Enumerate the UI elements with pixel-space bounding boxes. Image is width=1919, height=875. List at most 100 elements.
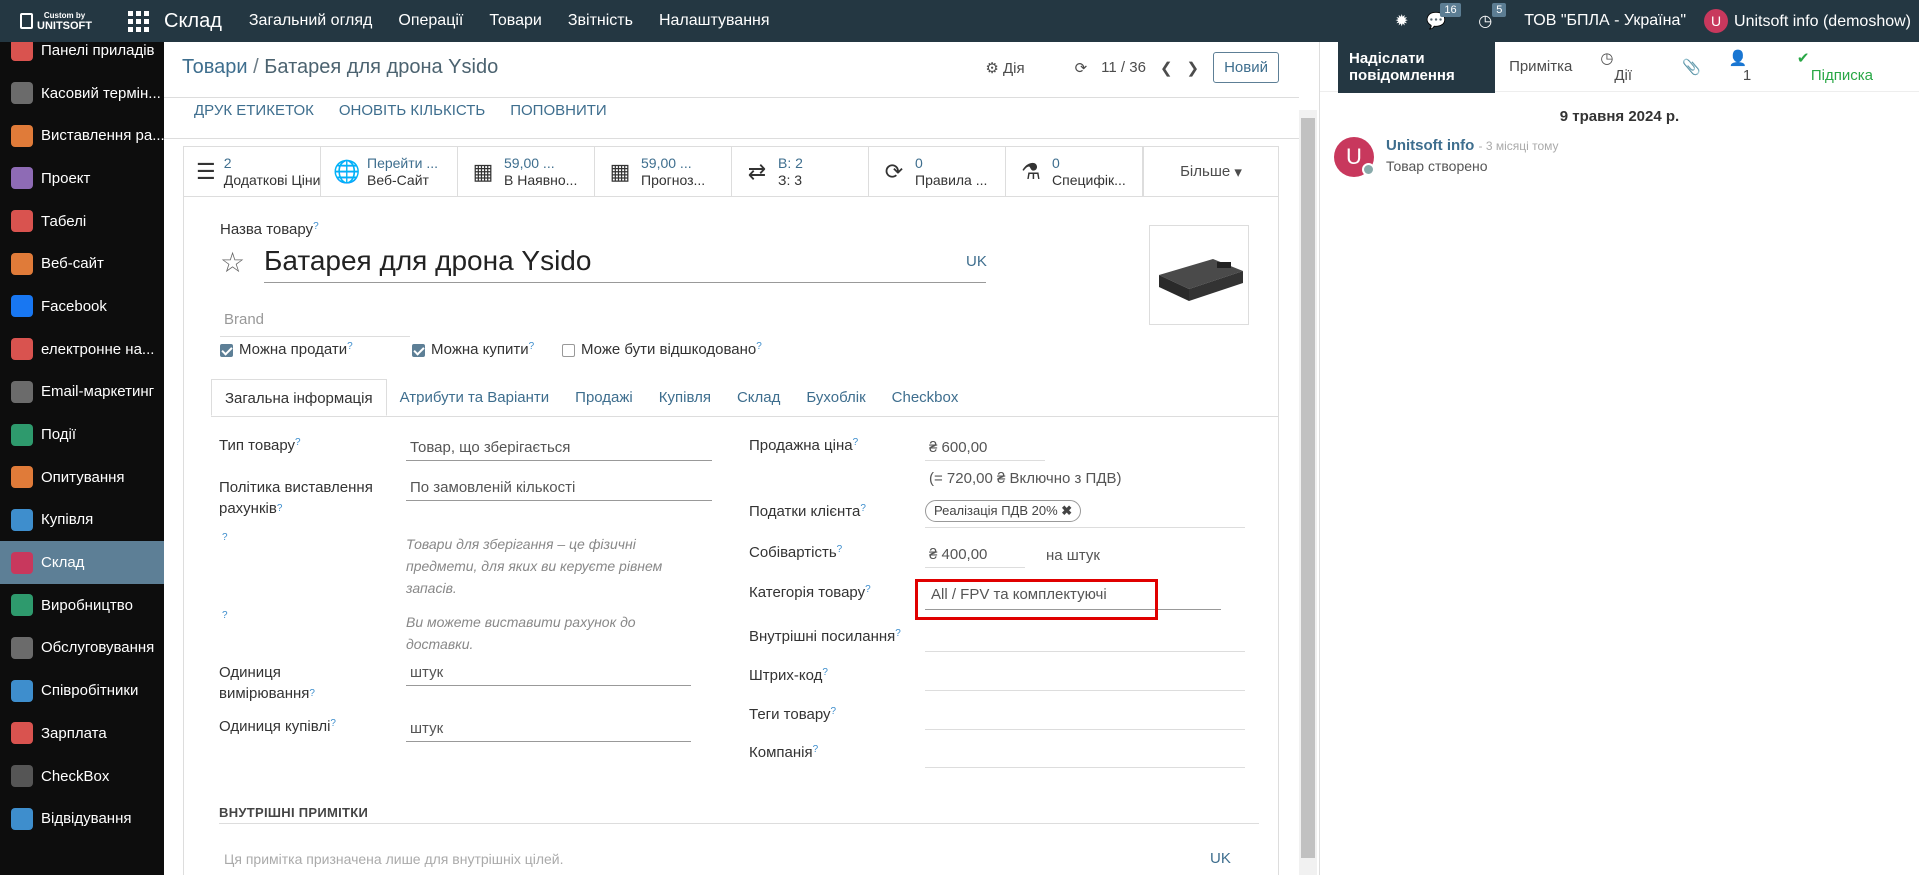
- company-switcher[interactable]: ТОВ "БПЛА - Україна": [1524, 12, 1686, 30]
- favorite-star-icon[interactable]: ☆: [220, 246, 245, 279]
- smart-button-value: 59,00 ...: [641, 154, 692, 171]
- product-tags-input[interactable]: [925, 706, 1245, 730]
- app-icon: [11, 124, 33, 147]
- action-menu[interactable]: ⚙ Дія: [985, 59, 1024, 77]
- sidebar-item[interactable]: Склад: [0, 541, 164, 584]
- sidebar-item[interactable]: Facebook: [0, 285, 164, 328]
- uom-select[interactable]: штук: [406, 664, 691, 686]
- price-incl-tax: (= 720,00 ₴ Включно з ПДВ): [929, 470, 1122, 487]
- remove-tag-icon[interactable]: ✖: [1061, 503, 1072, 518]
- messages-icon[interactable]: 💬 16: [1426, 3, 1461, 31]
- new-button[interactable]: Новий: [1213, 52, 1279, 83]
- author-avatar[interactable]: U: [1334, 137, 1375, 177]
- product-image[interactable]: [1149, 225, 1249, 325]
- sidebar-item[interactable]: Обслуговування: [0, 627, 164, 670]
- can-sell-checkbox[interactable]: Можна продати?: [220, 341, 353, 358]
- print-labels-button[interactable]: ДРУК ЕТИКЕТОК: [194, 102, 314, 119]
- user-menu[interactable]: U Unitsoft info (demoshow): [1704, 9, 1911, 33]
- sidebar-item[interactable]: Email-маркетинг: [0, 371, 164, 414]
- send-message-button[interactable]: Надіслати повідомлення: [1338, 40, 1496, 93]
- sidebar-item[interactable]: електронне на...: [0, 328, 164, 371]
- more-button[interactable]: Більше ▾: [1143, 147, 1278, 196]
- user-avatar: U: [1704, 9, 1729, 33]
- sidebar-item[interactable]: Відвідування: [0, 797, 164, 840]
- menu-settings[interactable]: Налаштування: [646, 12, 783, 30]
- tax-tag: Реалізація ПДВ 20% ✖: [925, 500, 1082, 522]
- internal-ref-input[interactable]: [925, 628, 1245, 652]
- pager-prev-icon[interactable]: ❮: [1160, 59, 1173, 77]
- tab-inventory[interactable]: Склад: [724, 379, 793, 416]
- tab-checkbox[interactable]: Checkbox: [879, 379, 972, 416]
- barcode-input[interactable]: [925, 667, 1245, 691]
- list-icon: ☰: [196, 158, 216, 184]
- smart-button[interactable]: 🌐 Перейти ... Веб-Сайт: [321, 147, 458, 196]
- sidebar-item-label: електронне на...: [41, 340, 155, 358]
- smart-button[interactable]: ⟳ 0 Правила ...: [869, 147, 1006, 196]
- smart-button[interactable]: ▦ 59,00 ... В Наявно...: [458, 147, 595, 196]
- scrollbar[interactable]: [1299, 110, 1317, 875]
- menu-operations[interactable]: Операції: [385, 12, 476, 30]
- can-buy-checkbox[interactable]: Можна купити?: [412, 341, 534, 358]
- sidebar-item[interactable]: Табелі: [0, 200, 164, 243]
- smart-button[interactable]: ⚗ 0 Специфік...: [1006, 147, 1143, 196]
- menu-products[interactable]: Товари: [476, 12, 554, 30]
- product-name-input[interactable]: Батарея для дрона Ysido: [264, 245, 986, 283]
- customer-taxes-field[interactable]: Реалізація ПДВ 20% ✖: [925, 500, 1245, 528]
- scrollbar-thumb[interactable]: [1301, 118, 1315, 858]
- tab-purchase[interactable]: Купівля: [646, 379, 724, 416]
- cost-input[interactable]: ₴ 400,00: [925, 546, 1025, 568]
- sidebar-item[interactable]: Зарплата: [0, 712, 164, 755]
- menu-overview[interactable]: Загальний огляд: [236, 12, 386, 30]
- sidebar-item[interactable]: Купівля: [0, 499, 164, 542]
- brand-input[interactable]: Brand: [220, 311, 410, 337]
- messages-badge: 16: [1440, 3, 1461, 17]
- sale-price-input[interactable]: ₴ 600,00: [925, 439, 1045, 461]
- company-input[interactable]: [925, 744, 1245, 768]
- app-name[interactable]: Склад: [164, 10, 222, 33]
- apps-grid-icon[interactable]: [128, 10, 150, 32]
- sidebar-item[interactable]: Співробітники: [0, 669, 164, 712]
- sidebar-item[interactable]: Виставлення ра...: [0, 114, 164, 157]
- sidebar-item[interactable]: CheckBox: [0, 755, 164, 798]
- cubes-forecast-icon: ▦: [609, 158, 631, 184]
- smart-button[interactable]: ☰ 2 Додаткові Ціни: [184, 147, 321, 196]
- bug-icon[interactable]: ✹: [1395, 11, 1408, 31]
- menu-reporting[interactable]: Звітність: [555, 12, 646, 30]
- followers-button[interactable]: 👤1: [1715, 49, 1783, 84]
- purchase-uom-select[interactable]: штук: [406, 720, 691, 742]
- sidebar-item[interactable]: Панелі приладів: [0, 42, 164, 72]
- message-author[interactable]: Unitsoft info: [1386, 137, 1474, 154]
- can-reimburse-checkbox[interactable]: Може бути відшкодовано?: [562, 341, 762, 358]
- tab-sales[interactable]: Продажі: [562, 379, 646, 416]
- activities-button[interactable]: ◷ Дії: [1586, 49, 1660, 84]
- tab-general[interactable]: Загальна інформація: [211, 379, 387, 416]
- pager-value[interactable]: 11 / 36: [1101, 59, 1146, 76]
- sidebar-item[interactable]: Події: [0, 413, 164, 456]
- breadcrumb-parent[interactable]: Товари: [182, 56, 248, 78]
- follow-button[interactable]: ✔ Підписка: [1783, 49, 1901, 84]
- update-qty-button[interactable]: ОНОВІТЬ КІЛЬКІСТЬ: [339, 102, 485, 119]
- tab-attributes[interactable]: Атрибути та Варіанти: [387, 379, 563, 416]
- sidebar-item[interactable]: Виробництво: [0, 584, 164, 627]
- log-note-button[interactable]: Примітка: [1495, 58, 1586, 75]
- activities-clock-icon[interactable]: ◷ 5: [1478, 3, 1507, 31]
- name-lang-button[interactable]: UK: [966, 253, 987, 270]
- sidebar-item[interactable]: Проект: [0, 157, 164, 200]
- internal-notes-input[interactable]: Ця примітка призначена лише для внутрішн…: [224, 851, 564, 867]
- replenish-button[interactable]: ПОПОВНИТИ: [510, 102, 606, 119]
- refresh-icon[interactable]: ⟳: [1075, 59, 1088, 77]
- paperclip-icon[interactable]: 📎: [1668, 58, 1715, 76]
- sidebar-item[interactable]: Веб-сайт: [0, 242, 164, 285]
- smart-button[interactable]: ⇄ В: 2 З: 3: [732, 147, 869, 196]
- notes-lang-button[interactable]: UK: [1210, 850, 1231, 867]
- pager-next-icon[interactable]: ❯: [1187, 59, 1200, 77]
- divider: [164, 138, 1299, 139]
- product-type-select[interactable]: Товар, що зберігається: [406, 439, 712, 461]
- company-logo[interactable]: Custom by UNITSOFT: [0, 0, 92, 42]
- sale-price-label: Продажна ціна?: [749, 437, 859, 454]
- invoice-policy-select[interactable]: По замовленій кількості: [406, 479, 712, 501]
- tab-accounting[interactable]: Бухоблік: [793, 379, 878, 416]
- smart-button[interactable]: ▦ 59,00 ... Прогноз...: [595, 147, 732, 196]
- sidebar-item[interactable]: Касовий термін...: [0, 72, 164, 115]
- sidebar-item[interactable]: Опитування: [0, 456, 164, 499]
